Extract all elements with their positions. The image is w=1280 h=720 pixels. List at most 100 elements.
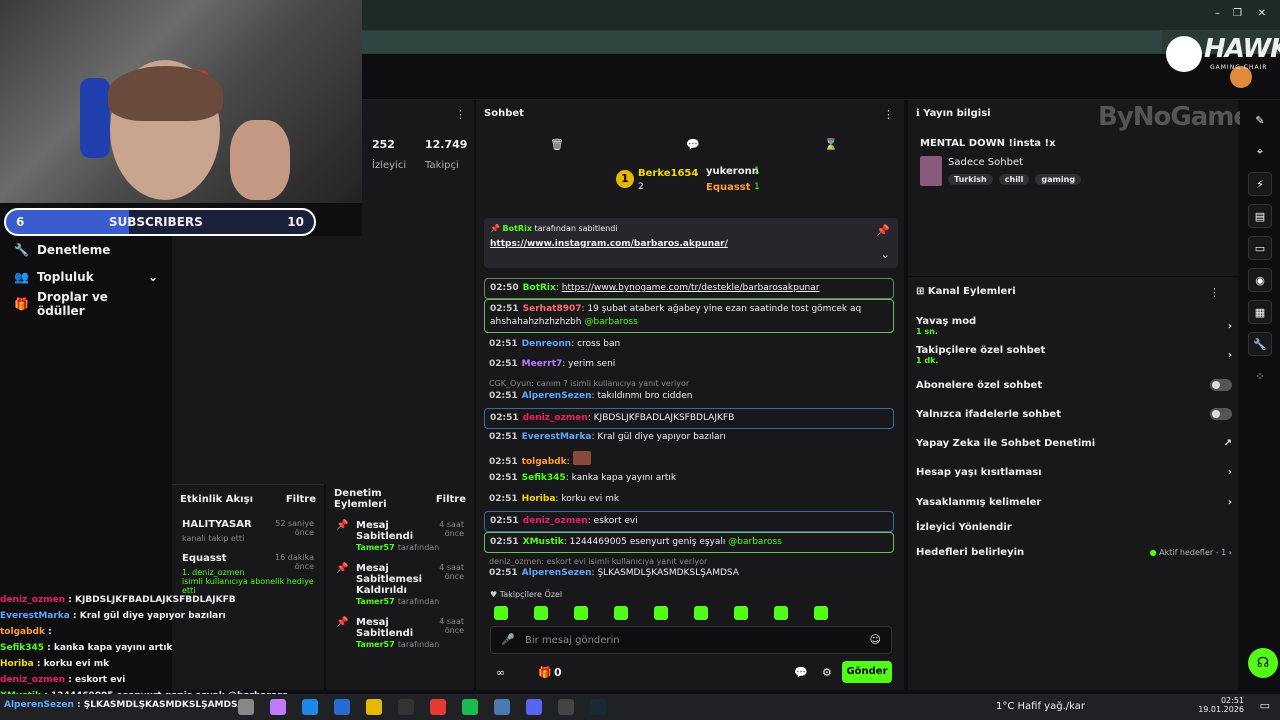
emote-icon[interactable]: [574, 606, 588, 620]
more-icon[interactable]: ⋮: [455, 108, 466, 121]
msg-user[interactable]: Serhat8907: [523, 304, 582, 314]
leader-second[interactable]: yukeronn: [706, 166, 759, 177]
trash-icon[interactable]: 🗑: [550, 138, 564, 151]
chat-widget-icon[interactable]: ▭: [1248, 236, 1272, 260]
infinity-icon[interactable]: ∞: [496, 666, 505, 679]
pencil-icon[interactable]: ✎: [1248, 108, 1272, 132]
emote-icon[interactable]: [774, 606, 788, 620]
url-field[interactable]: [362, 31, 1162, 53]
msg-user[interactable]: Sefik345: [522, 473, 566, 483]
msg-user[interactable]: Horiba: [522, 494, 556, 504]
msg-user[interactable]: Denreonn: [522, 339, 572, 349]
mail-icon[interactable]: [334, 699, 350, 715]
subscribers-only-toggle[interactable]: [1210, 379, 1232, 391]
chat-input[interactable]: 🎤 Bir mesaj gönderin ☺: [490, 626, 892, 654]
app-icon[interactable]: [494, 699, 510, 715]
hawk-logo-sub: GAMING CHAIR: [1210, 64, 1268, 71]
action-ai-moderation[interactable]: Yapay Zeka ile Sohbet Denetimi ↗: [916, 438, 1232, 449]
emoji-icon[interactable]: ☺: [870, 633, 881, 646]
send-button[interactable]: Gönder: [842, 661, 892, 683]
stream-category[interactable]: Sadece Sohbet: [948, 157, 1023, 168]
note-icon[interactable]: ▤: [1248, 204, 1272, 228]
category-thumbnail[interactable]: [920, 156, 942, 186]
msg-user[interactable]: Meerrt7: [522, 359, 563, 369]
msg-user[interactable]: tolgabdk: [522, 457, 567, 467]
unpin-button[interactable]: 📌: [876, 224, 890, 237]
action-goals[interactable]: Hedefleri belirleyin ● Aktif hedefler - 1…: [916, 547, 1232, 558]
tag-chip[interactable]: gaming: [1035, 174, 1082, 185]
leader-first[interactable]: Berke1654: [638, 168, 698, 179]
microphone-icon[interactable]: 🎤: [501, 633, 515, 646]
focus-icon[interactable]: ⌖: [1248, 140, 1272, 164]
action-raid[interactable]: İzleyici Yönlendir: [916, 522, 1232, 533]
hourglass-icon[interactable]: ⌛: [824, 138, 838, 151]
action-slow-mode[interactable]: Yavaş mod 1 sn. ›: [916, 316, 1232, 336]
action-account-age[interactable]: Hesap yaşı kısıtlaması ›: [916, 467, 1232, 478]
chrome-icon[interactable]: [430, 699, 446, 715]
obs-icon[interactable]: [558, 699, 574, 715]
msg-mention[interactable]: @barbaross: [728, 537, 782, 547]
chat-bubble-icon[interactable]: 💬: [686, 138, 700, 151]
action-subscribers-only[interactable]: Abonelere özel sohbet: [916, 379, 1232, 391]
msg-user[interactable]: deniz_ozmen: [523, 516, 588, 526]
tools-icon[interactable]: 🔧: [1248, 332, 1272, 356]
expand-chevron-icon[interactable]: ⌄: [881, 248, 890, 261]
leader-third[interactable]: Equasst: [706, 182, 751, 193]
emotes-only-toggle[interactable]: [1210, 408, 1232, 420]
msg-user[interactable]: AlperenSezen: [522, 568, 592, 578]
activity-item: Equasst 16 dakika önce 1. deniz_ozmen isi…: [182, 553, 314, 595]
msg-text[interactable]: https://www.bynogame.com/tr/destekle/bar…: [562, 283, 820, 293]
moderation-user: Tamer57: [356, 597, 395, 606]
maximize-button[interactable]: ❐: [1233, 8, 1242, 19]
layout-icon[interactable]: ▦: [1248, 300, 1272, 324]
tag-chip[interactable]: chill: [998, 174, 1030, 185]
action-followers-only[interactable]: Takipçilere özel sohbet 1 dk. ›: [916, 345, 1232, 365]
lightning-icon[interactable]: ⚡: [1248, 172, 1272, 196]
discord-icon[interactable]: [526, 699, 542, 715]
minimize-button[interactable]: –: [1215, 8, 1220, 19]
gift-box-icon[interactable]: 🎁: [538, 666, 552, 679]
nav-item-drops[interactable]: 🎁 Droplar ve ödüller: [0, 290, 172, 318]
xbox-icon[interactable]: [398, 699, 414, 715]
msg-user[interactable]: deniz_ozmen: [523, 413, 588, 423]
clock[interactable]: 02:51 19.01.2026: [1198, 696, 1244, 714]
folder-icon[interactable]: [366, 699, 382, 715]
notification-icon[interactable]: ▭: [1260, 699, 1270, 712]
emote-icon[interactable]: [654, 606, 668, 620]
close-window-button[interactable]: ✕: [1258, 8, 1266, 19]
edge-icon[interactable]: [302, 699, 318, 715]
weather-widget[interactable]: 1°C Hafif yağ./kar: [996, 701, 1085, 712]
action-banned-words[interactable]: Yasaklanmış kelimeler ›: [916, 497, 1232, 508]
gift-icon: 🎁: [14, 296, 29, 311]
msg-user[interactable]: BotRix: [523, 283, 556, 293]
chat-settings-chat-icon[interactable]: 💬: [794, 666, 808, 679]
emote-icon[interactable]: [614, 606, 628, 620]
support-headset-icon[interactable]: ☊: [1248, 648, 1278, 678]
action-emotes-only[interactable]: Yalnızca ifadelerle sohbet: [916, 408, 1232, 420]
nav-item-community[interactable]: 👥 Topluluk ⌄: [0, 263, 172, 290]
task-view-icon[interactable]: [238, 699, 254, 715]
channel-actions-more-icon[interactable]: ⋮: [1209, 286, 1220, 299]
gear-icon[interactable]: ⚙: [822, 666, 832, 679]
emote-icon[interactable]: [694, 606, 708, 620]
emote-icon[interactable]: [494, 606, 508, 620]
steam-icon[interactable]: [590, 699, 606, 715]
spotify-icon[interactable]: [462, 699, 478, 715]
activity-filter-button[interactable]: Filtre: [286, 494, 316, 505]
emote-icon[interactable]: [814, 606, 828, 620]
emote-icon[interactable]: [534, 606, 548, 620]
emote-icon[interactable]: [734, 606, 748, 620]
copilot-icon[interactable]: [270, 699, 286, 715]
broadcast-icon[interactable]: ◉: [1248, 268, 1272, 292]
nav-item-moderation[interactable]: 🔧 Denetleme: [0, 236, 172, 263]
moderation-filter-button[interactable]: Filtre: [436, 494, 466, 505]
tag-chip[interactable]: Turkish: [948, 174, 993, 185]
pinned-link[interactable]: https://www.instagram.com/barbaros.akpun…: [490, 239, 892, 249]
apps-icon[interactable]: ⁘: [1248, 364, 1272, 388]
msg-user[interactable]: XMustik: [523, 537, 564, 547]
msg-user[interactable]: EverestMarka: [522, 432, 592, 442]
msg-user[interactable]: AlperenSezen: [522, 391, 592, 401]
chat-more-icon[interactable]: ⋮: [883, 108, 894, 121]
msg-mention[interactable]: @barbaross: [584, 317, 638, 327]
action-label: Yasaklanmış kelimeler: [916, 497, 1042, 508]
